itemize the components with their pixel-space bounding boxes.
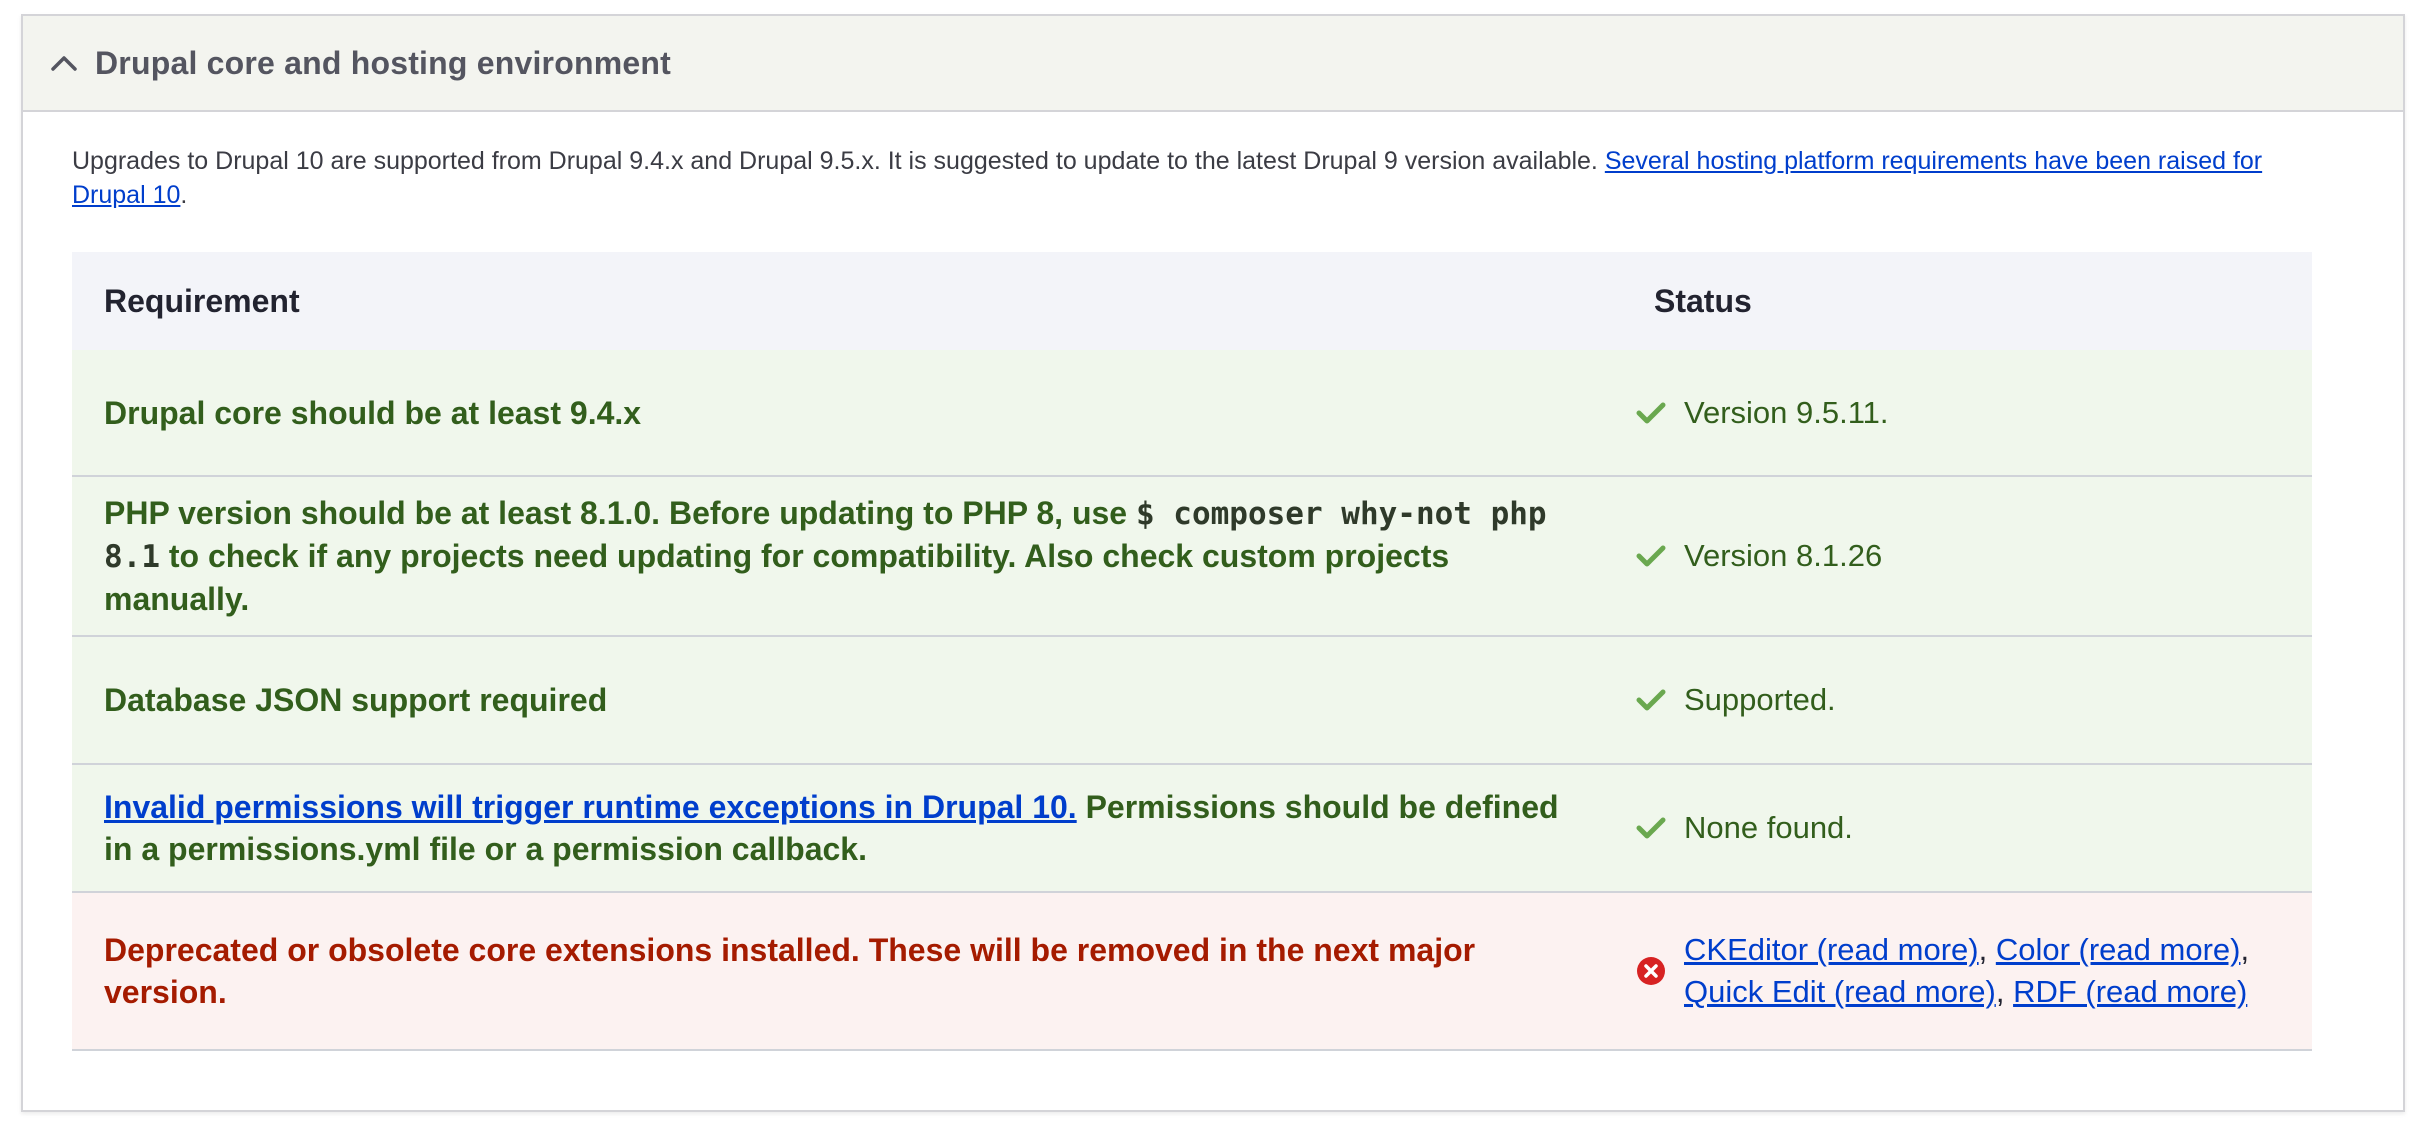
status-text: Supported. <box>1684 682 1836 717</box>
requirement-text: Deprecated or obsolete core extensions i… <box>104 932 1476 1010</box>
color-read-more-link[interactable]: Color (read more) <box>1996 932 2241 967</box>
status-cell: None found. <box>1602 764 2312 893</box>
requirements-table: Requirement Status Drupal core should be… <box>72 252 2312 1051</box>
table-row: Invalid permissions will trigger runtime… <box>72 764 2312 893</box>
quick-edit-read-more-link[interactable]: Quick Edit (read more) <box>1684 974 1996 1009</box>
requirement-cell: Invalid permissions will trigger runtime… <box>72 764 1602 893</box>
checkmark-icon <box>1634 688 1668 712</box>
table-row: Database JSON support required Supported… <box>72 636 2312 765</box>
error-circle-x-icon <box>1634 956 1668 986</box>
requirement-text: Drupal core should be at least 9.4.x <box>104 394 642 431</box>
checkmark-icon <box>1634 401 1668 425</box>
panel-title: Drupal core and hosting environment <box>95 44 671 81</box>
requirement-cell: PHP version should be at least 8.1.0. Be… <box>72 476 1602 637</box>
checkmark-icon <box>1634 816 1668 840</box>
requirement-cell: Drupal core should be at least 9.4.x <box>72 350 1602 477</box>
requirement-text-before: PHP version should be at least 8.1.0. Be… <box>104 495 1136 531</box>
requirement-text-after: to check if any projects need updating f… <box>104 538 1450 617</box>
list-separator: , <box>1978 932 1996 967</box>
requirement-text: Database JSON support required <box>104 682 608 718</box>
status-cell: Supported. <box>1602 636 2312 765</box>
table-row: Drupal core should be at least 9.4.x Ver… <box>72 350 2312 477</box>
intro-text: Upgrades to Drupal 10 are supported from… <box>72 147 1605 175</box>
status-cell: CKEditor (read more), Color (read more),… <box>1602 892 2312 1051</box>
list-separator: , <box>2240 932 2250 967</box>
status-text: Version 9.5.11. <box>1684 394 1889 430</box>
rdf-read-more-link[interactable]: RDF (read more) <box>2013 974 2247 1009</box>
intro-trailing: . <box>180 181 188 209</box>
table-header-row: Requirement Status <box>72 252 2312 350</box>
deprecated-extensions-list: CKEditor (read more), Color (read more),… <box>1684 929 2280 1013</box>
table-row: PHP version should be at least 8.1.0. Be… <box>72 476 2312 637</box>
invalid-permissions-link[interactable]: Invalid permissions will trigger runtime… <box>104 789 1077 825</box>
list-separator: , <box>1995 974 2014 1009</box>
intro-paragraph: Upgrades to Drupal 10 are supported from… <box>72 144 2332 212</box>
requirement-cell: Deprecated or obsolete core extensions i… <box>72 892 1602 1051</box>
table-row: Deprecated or obsolete core extensions i… <box>72 892 2312 1051</box>
column-header-status: Status <box>1602 252 2312 350</box>
status-cell: Version 8.1.26 <box>1602 476 2312 637</box>
checkmark-icon <box>1634 544 1668 568</box>
ckeditor-read-more-link[interactable]: CKEditor (read more) <box>1684 932 1979 967</box>
status-text: Version 8.1.26 <box>1684 538 1883 573</box>
status-cell: Version 9.5.11. <box>1602 350 2312 477</box>
chevron-up-icon[interactable] <box>47 46 81 80</box>
panel-header-toggle[interactable]: Drupal core and hosting environment <box>23 16 2403 112</box>
requirement-cell: Database JSON support required <box>72 636 1602 765</box>
status-text: None found. <box>1684 810 1853 845</box>
column-header-requirement: Requirement <box>72 252 1602 350</box>
